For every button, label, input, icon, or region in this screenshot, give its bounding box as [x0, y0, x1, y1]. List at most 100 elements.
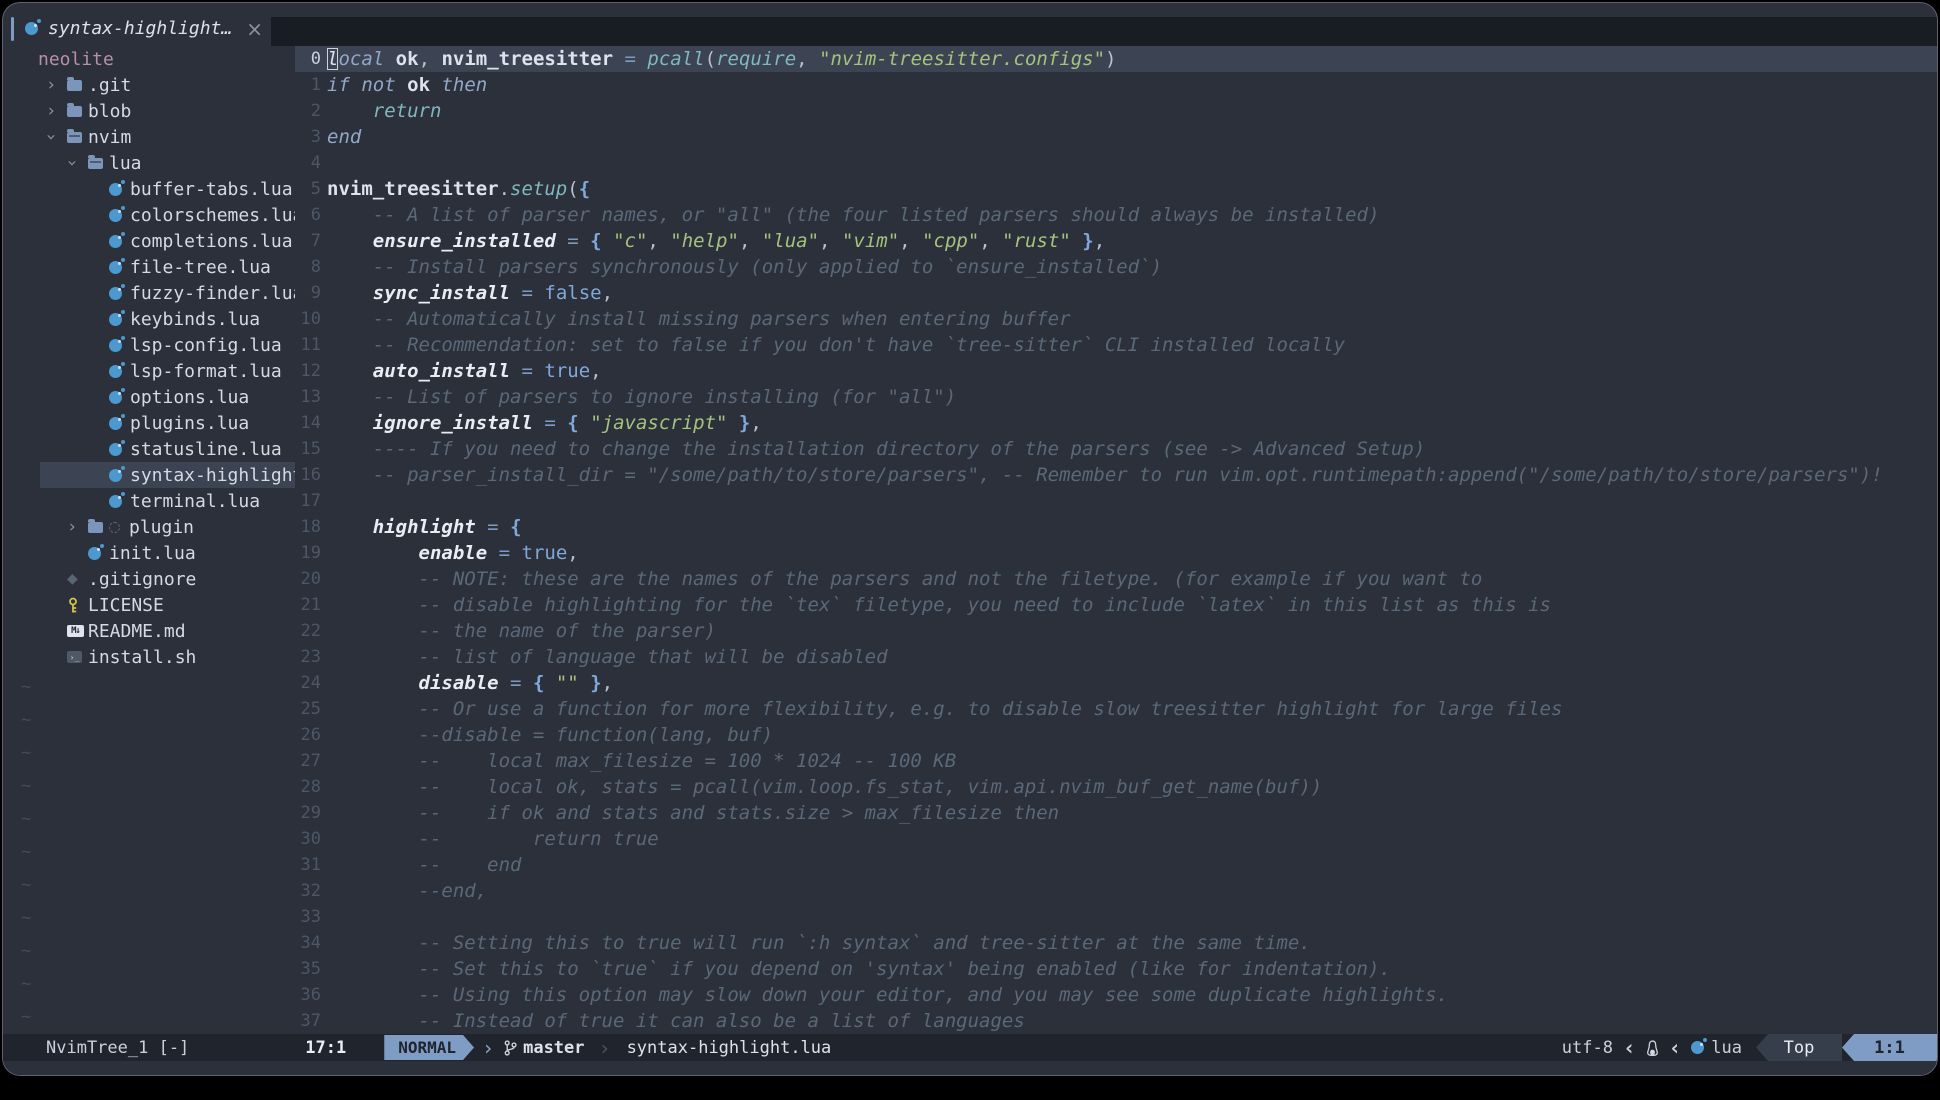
code-line-31[interactable]: 31 -- end — [295, 852, 1937, 878]
editor[interactable]: 0local ok, nvim_treesitter = pcall(requi… — [295, 46, 1937, 1034]
line-number: 32 — [295, 881, 321, 901]
code-line-32[interactable]: 32 --end, — [295, 878, 1937, 904]
line-number: 36 — [295, 985, 321, 1005]
lua-file-icon — [109, 339, 130, 352]
tab-title: syntax-highlight… — [48, 18, 232, 39]
code-line-2[interactable]: 2 return — [295, 98, 1937, 124]
code-line-8[interactable]: 8 -- Install parsers synchronously (only… — [295, 254, 1937, 280]
code-line-16[interactable]: 16 -- parser_install_dir = "/some/path/t… — [295, 462, 1937, 488]
code-line-10[interactable]: 10 -- Automatically install missing pars… — [295, 306, 1937, 332]
tree-item-syntax-highlight.lua[interactable]: syntax-highlight.lua — [3, 462, 295, 488]
tree-item-lsp-config.lua[interactable]: lsp-config.lua — [3, 332, 295, 358]
line-number: 35 — [295, 959, 321, 979]
empty-line-tilde: ~ — [3, 802, 295, 835]
code-line-36[interactable]: 36 -- Using this option may slow down yo… — [295, 982, 1937, 1008]
code-line-1[interactable]: 1if not ok then — [295, 72, 1937, 98]
code-line-13[interactable]: 13 -- List of parsers to ignore installi… — [295, 384, 1937, 410]
lua-file-icon — [109, 365, 130, 378]
code-line-22[interactable]: 22 -- the name of the parser) — [295, 618, 1937, 644]
code-line-30[interactable]: 30 -- return true — [295, 826, 1937, 852]
line-number: 25 — [295, 699, 321, 719]
tree-item-install.sh[interactable]: ›_install.sh — [3, 644, 295, 670]
tree-item-fuzzy-finder.lua[interactable]: fuzzy-finder.lua — [3, 280, 295, 306]
code-line-17[interactable]: 17 — [295, 488, 1937, 514]
code-line-26[interactable]: 26 --disable = function(lang, buf) — [295, 722, 1937, 748]
chevron-right-icon[interactable]: › — [46, 75, 67, 95]
line-number: 7 — [295, 231, 321, 251]
tree-item-file-tree.lua[interactable]: file-tree.lua — [3, 254, 295, 280]
tree-item-lua[interactable]: ›lua — [3, 150, 295, 176]
git-file-icon: ◆ — [67, 571, 88, 587]
chevron-down-icon[interactable]: › — [46, 127, 67, 147]
line-number: 22 — [295, 621, 321, 641]
tree-item-keybinds.lua[interactable]: keybinds.lua — [3, 306, 295, 332]
tree-item-nvim[interactable]: ›nvim — [3, 124, 295, 150]
code-line-9[interactable]: 9 sync_install = false, — [295, 280, 1937, 306]
empty-line-tilde: ~ — [3, 901, 295, 934]
tree-item-terminal.lua[interactable]: terminal.lua — [3, 488, 295, 514]
close-icon[interactable]: × — [246, 17, 263, 41]
line-number: 3 — [295, 127, 321, 147]
code-line-11[interactable]: 11 -- Recommendation: set to false if yo… — [295, 332, 1937, 358]
tree-item-LICENSE[interactable]: LICENSE — [3, 592, 295, 618]
code-line-12[interactable]: 12 auto_install = true, — [295, 358, 1937, 384]
code-line-6[interactable]: 6 -- A list of parser names, or "all" (t… — [295, 202, 1937, 228]
code-line-20[interactable]: 20 -- NOTE: these are the names of the p… — [295, 566, 1937, 592]
tree-item-completions.lua[interactable]: completions.lua — [3, 228, 295, 254]
lua-file-icon — [109, 287, 130, 300]
code-line-14[interactable]: 14 ignore_install = { "javascript" }, — [295, 410, 1937, 436]
code-line-27[interactable]: 27 -- local max_filesize = 100 * 1024 --… — [295, 748, 1937, 774]
code-line-4[interactable]: 4 — [295, 150, 1937, 176]
code-line-5[interactable]: 5nvim_treesitter.setup({ — [295, 176, 1937, 202]
chevron-right-icon[interactable]: › — [46, 101, 67, 121]
line-number: 12 — [295, 361, 321, 381]
code-line-29[interactable]: 29 -- if ok and stats and stats.size > m… — [295, 800, 1937, 826]
tree-item-init.lua[interactable]: init.lua — [3, 540, 295, 566]
code-line-0[interactable]: 0local ok, nvim_treesitter = pcall(requi… — [295, 46, 1937, 72]
command-line[interactable] — [3, 1061, 1937, 1075]
tree-item-options.lua[interactable]: options.lua — [3, 384, 295, 410]
code-line-text: -- Automatically install missing parsers… — [327, 308, 1071, 330]
code-line-33[interactable]: 33 — [295, 904, 1937, 930]
empty-line-tilde: ~ — [3, 868, 295, 901]
code-line-28[interactable]: 28 -- local ok, stats = pcall(vim.loop.f… — [295, 774, 1937, 800]
tree-item-buffer-tabs.lua[interactable]: buffer-tabs.lua — [3, 176, 295, 202]
code-line-text: -- Using this option may slow down your … — [327, 984, 1448, 1006]
tree-item-plugins.lua[interactable]: plugins.lua — [3, 410, 295, 436]
code-line-15[interactable]: 15 ---- If you need to change the instal… — [295, 436, 1937, 462]
code-line-19[interactable]: 19 enable = true, — [295, 540, 1937, 566]
chevron-down-icon[interactable]: › — [67, 153, 88, 173]
tree-item-README.md[interactable]: M↓README.md — [3, 618, 295, 644]
git-untracked-icon — [109, 522, 120, 533]
tree-item-lsp-format.lua[interactable]: lsp-format.lua — [3, 358, 295, 384]
tree-item-.git[interactable]: ›.git — [3, 72, 295, 98]
code-line-3[interactable]: 3end — [295, 124, 1937, 150]
tree-item-blob[interactable]: ›blob — [3, 98, 295, 124]
tree-item-label: LICENSE — [88, 595, 164, 616]
code-line-35[interactable]: 35 -- Set this to `true` if you depend o… — [295, 956, 1937, 982]
tab-syntax-highlight[interactable]: syntax-highlight… × — [3, 11, 271, 46]
tree-item-plugin[interactable]: ›plugin — [3, 514, 295, 540]
chevron-right-icon[interactable]: › — [67, 517, 88, 537]
code-line-37[interactable]: 37 -- Instead of true it can also be a l… — [295, 1008, 1937, 1034]
active-tab-indicator — [11, 17, 14, 41]
tree-item-.gitignore[interactable]: ◆.gitignore — [3, 566, 295, 592]
code-line-text: ensure_installed = { "c", "help", "lua",… — [327, 230, 1105, 252]
line-number: 5 — [295, 179, 321, 199]
lua-icon — [25, 22, 38, 35]
code-line-7[interactable]: 7 ensure_installed = { "c", "help", "lua… — [295, 228, 1937, 254]
code-line-23[interactable]: 23 -- list of language that will be disa… — [295, 644, 1937, 670]
line-number: 23 — [295, 647, 321, 667]
git-branch-name[interactable]: master — [523, 1038, 584, 1058]
lua-file-icon — [109, 443, 130, 456]
tree-item-colorschemes.lua[interactable]: colorschemes.lua — [3, 202, 295, 228]
code-line-21[interactable]: 21 -- disable highlighting for the `tex`… — [295, 592, 1937, 618]
code-line-text: -- Install parsers synchronously (only a… — [327, 256, 1162, 278]
code-line-18[interactable]: 18 highlight = { — [295, 514, 1937, 540]
shell-script-icon: ›_ — [67, 651, 88, 663]
code-line-34[interactable]: 34 -- Setting this to true will run `:h … — [295, 930, 1937, 956]
tree-item-neolite[interactable]: neolite — [3, 46, 295, 72]
tree-item-statusline.lua[interactable]: statusline.lua — [3, 436, 295, 462]
code-line-24[interactable]: 24 disable = { "" }, — [295, 670, 1937, 696]
code-line-25[interactable]: 25 -- Or use a function for more flexibi… — [295, 696, 1937, 722]
